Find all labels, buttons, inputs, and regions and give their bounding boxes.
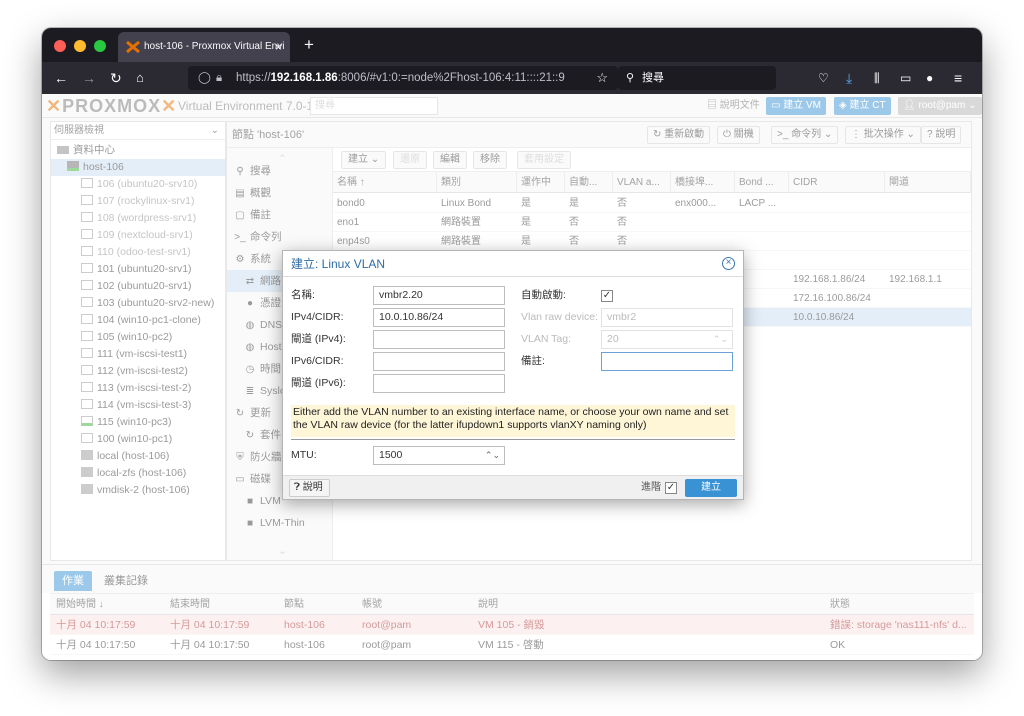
advanced-label: 進階 (641, 482, 661, 493)
mtu-label: MTU: (291, 449, 317, 461)
minimize-window-button[interactable] (74, 40, 86, 52)
gateway-ipv6-label: 閘道 (IPv6): (291, 377, 346, 389)
spinner-icon[interactable]: ⌃⌄ (713, 331, 728, 348)
tab-title: host-106 - Proxmox Virtual Envi (144, 41, 285, 52)
browser-tab[interactable]: host-106 - Proxmox Virtual Envi × (118, 32, 290, 62)
close-tab-icon[interactable]: × (275, 32, 282, 62)
dialog-create-button[interactable]: 建立 (685, 479, 737, 497)
gateway-ipv6-input[interactable] (373, 374, 505, 393)
back-arrow-icon[interactable]: ← (54, 62, 68, 94)
url-host: 192.168.1.86 (270, 72, 338, 84)
advanced-checkbox[interactable]: ✓ (665, 482, 677, 494)
shield-icon[interactable]: ◯ (198, 66, 211, 90)
nav-bar: ← → ↻ ⌂ ◯ 🔒︎ https://192.168.1.86:8006/#… (42, 62, 982, 94)
dialog-footer: ❓︎ 說明 進階 ✓ 建立 (283, 475, 743, 499)
comment-label: 備註: (521, 355, 545, 367)
name-label: 名稱: (291, 289, 315, 301)
ipv6-input[interactable] (373, 352, 505, 371)
download-icon[interactable]: ⤓ (846, 62, 852, 94)
account-icon[interactable]: ● (926, 62, 933, 94)
advanced-separator (291, 439, 735, 440)
zoom-window-button[interactable] (94, 40, 106, 52)
vlan-tag-label: VLAN Tag: (521, 333, 572, 345)
raw-device-label: Vlan raw device: (521, 311, 599, 323)
url-bar[interactable]: ◯ 🔒︎ https://192.168.1.86:8006/#v1:0:=no… (188, 66, 618, 90)
pocket-icon[interactable]: ♡ (818, 62, 829, 94)
gateway-ipv4-input[interactable] (373, 330, 505, 349)
new-tab-button[interactable]: + (304, 28, 314, 62)
vlan-tag-input[interactable]: 20 ⌃⌄ (601, 330, 733, 349)
dialog-title: 建立: Linux VLAN (283, 251, 743, 277)
home-icon[interactable]: ⌂ (136, 62, 144, 94)
url-rest: :8006/#v1:0:=node%2Fhost-106:4:11::::21:… (337, 72, 565, 84)
close-window-button[interactable] (54, 40, 66, 52)
raw-device-input[interactable]: vmbr2 (601, 308, 733, 327)
browser-search-box[interactable]: ⚲ 搜尋 (618, 66, 776, 90)
bookmark-star-icon[interactable]: ☆ (596, 66, 608, 90)
autostart-checkbox[interactable]: ✓ (601, 290, 613, 302)
url-scheme: https:// (236, 72, 271, 84)
proxmox-page: ✕PROXMOX✕ Virtual Environment 7.0-11 搜尋 … (42, 94, 982, 660)
help-icon: ❓︎ (294, 482, 301, 493)
ipv4-input[interactable]: 10.0.10.86/24 (373, 308, 505, 327)
sidebar-icon[interactable]: ▭ (900, 62, 911, 94)
reload-icon[interactable]: ↻ (110, 62, 122, 94)
autostart-label: 自動啟動: (521, 289, 566, 301)
mtu-input[interactable]: 1500 ⌃⌄ (373, 446, 505, 465)
dialog-help-button[interactable]: ❓︎ 說明 (289, 479, 330, 497)
vlan-hint-text: Either add the VLAN number to an existin… (291, 405, 735, 437)
ipv6-label: IPv6/CIDR: (291, 355, 344, 367)
forward-arrow-icon[interactable]: → (82, 62, 96, 94)
tab-bar: host-106 - Proxmox Virtual Envi × + (42, 28, 982, 62)
browser-search-placeholder: 搜尋 (642, 72, 664, 84)
gateway-ipv4-label: 閘道 (IPv4): (291, 333, 346, 345)
comment-input[interactable] (601, 352, 733, 371)
library-icon[interactable]: ⫼ (874, 62, 880, 94)
magnifier-icon: ⚲ (626, 72, 635, 84)
linux-vlan-dialog: 建立: Linux VLAN × 名稱: vmbr2.20 IPv4/CIDR:… (282, 250, 744, 500)
close-icon[interactable]: × (722, 257, 735, 270)
menu-icon[interactable]: ≡ (954, 62, 962, 94)
lock-icon[interactable]: 🔒︎ (216, 66, 222, 90)
browser-window: host-106 - Proxmox Virtual Envi × + ← → … (42, 28, 982, 660)
ipv4-label: IPv4/CIDR: (291, 311, 344, 323)
proxmox-favicon-icon (126, 40, 140, 54)
spinner-icon[interactable]: ⌃⌄ (485, 447, 500, 464)
name-input[interactable]: vmbr2.20 (373, 286, 505, 305)
